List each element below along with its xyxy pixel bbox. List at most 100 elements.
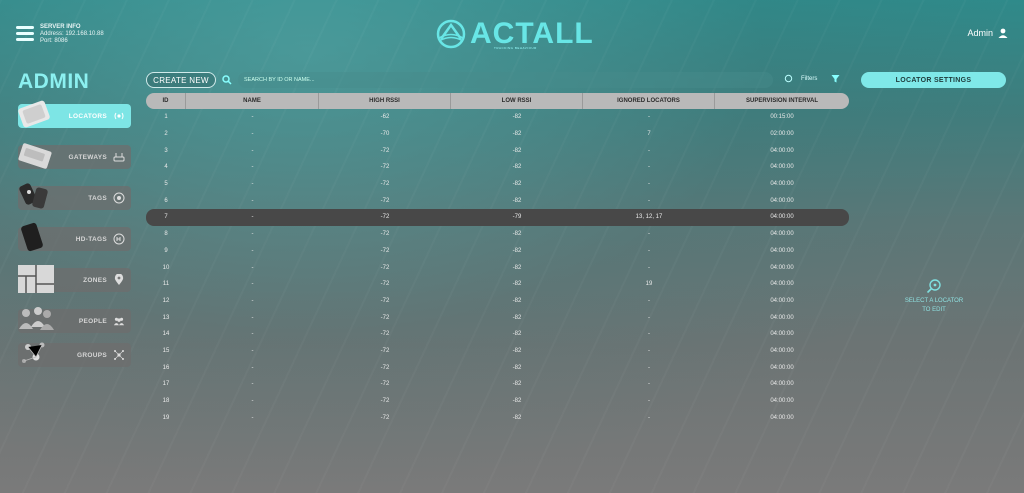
table-row[interactable]: 9 - -72 -82 - 04:00:00 [146,243,849,260]
cell-id: 3 [164,147,168,154]
table-body: 1 - -62 -82 - 00:15:00 2 - -70 -82 7 02:00:00 3 - -72 -… [146,109,849,426]
cell-ignored-locators: 7 [647,131,651,138]
table-row[interactable]: 10 - -72 -82 - 04:00:00 [146,259,849,276]
cell-ignored-locators: - [648,147,650,154]
hd-tag-device-thumbnail [21,222,43,252]
cell-id: 1 [164,114,168,121]
create-new-button[interactable]: CREATE NEW [146,72,216,88]
cell-high-rssi: -72 [380,247,390,254]
hamburger-menu-icon[interactable] [16,26,34,41]
cell-low-rssi: -82 [512,247,522,254]
table-row[interactable]: 2 - -70 -82 7 02:00:00 [146,126,849,143]
search-input[interactable]: SEARCH BY ID OR NAME... [238,72,773,88]
sidebar-item-people[interactable]: PEOPLE [18,307,131,333]
table-row[interactable]: 6 - -72 -82 - 04:00:00 [146,192,849,209]
sidebar-item-hd-tags[interactable]: HD-TAGS [18,222,131,252]
column-header-ignored-locators[interactable]: IGNORED LOCATORS [583,93,715,109]
cell-ignored-locators: - [648,247,650,254]
top-bar: SERVER INFO Address: 192.168.10.88 Port:… [0,0,1024,66]
cell-ignored-locators: - [648,314,650,321]
table-row[interactable]: 14 - -72 -82 - 04:00:00 [146,326,849,343]
cell-supervision-interval: 04:00:00 [770,364,794,371]
server-info: SERVER INFO Address: 192.168.10.88 Port:… [40,24,104,45]
table-row[interactable]: 8 - -72 -82 - 04:00:00 [146,226,849,243]
sidebar-item-tags[interactable]: TAGS [18,183,131,210]
cell-name: - [251,331,254,338]
cell-supervision-interval: 04:00:00 [770,414,794,421]
cell-id: 17 [162,381,170,388]
cell-ignored-locators: 19 [645,281,653,288]
cell-high-rssi: -72 [380,164,390,171]
sidebar-item-label: PEOPLE [78,317,107,325]
cell-low-rssi: -82 [512,314,522,321]
cell-name: - [251,381,254,388]
cell-name: - [251,147,254,154]
refresh-icon[interactable] [784,74,793,83]
cell-low-rssi: -82 [512,297,522,304]
hd-tag-icon [113,233,125,245]
cell-ignored-locators: - [648,164,650,171]
search-icon[interactable] [222,75,232,85]
column-header-name[interactable]: NAME [186,93,319,109]
cell-high-rssi: -72 [380,381,390,388]
cell-ignored-locators: - [648,297,650,304]
user-name: Admin [967,28,993,38]
user-menu[interactable]: Admin [967,28,1008,38]
cell-ignored-locators: - [648,197,650,204]
table-row[interactable]: 11 - -72 -82 19 04:00:00 [146,276,849,293]
cell-id: 13 [162,314,170,321]
column-header-supervision-interval[interactable]: SUPERVISION INTERVAL [715,93,849,109]
column-header-id[interactable]: ID [146,93,186,109]
cell-name: - [251,264,254,271]
table-row[interactable]: 15 - -72 -82 - 04:00:00 [146,343,849,360]
table-row[interactable]: 19 - -72 -82 - 04:00:00 [146,409,849,426]
table-row[interactable]: 17 - -72 -82 - 04:00:00 [146,376,849,393]
cell-ignored-locators: - [648,347,650,354]
cell-id: 4 [164,164,168,171]
sidebar-item-groups[interactable]: GROUPS [18,342,131,367]
table-row[interactable]: 4 - -72 -82 - 04:00:00 [146,159,849,176]
cell-supervision-interval: 04:00:00 [770,314,794,321]
filter-funnel-icon[interactable] [831,74,840,83]
cell-ignored-locators: - [648,414,650,421]
table-row[interactable]: 13 - -72 -82 - 04:00:00 [146,309,849,326]
table-row[interactable]: 3 - -72 -82 - 04:00:00 [146,142,849,159]
detail-empty-state: SELECT A LOCATOR TO EDIT [896,278,972,315]
sidebar-item-label: GATEWAYS [68,153,107,161]
empty-state-line2: TO EDIT [922,307,946,313]
cell-name: - [251,364,254,371]
cell-low-rssi: -82 [512,147,522,154]
sidebar-item-zones[interactable]: ZONES [18,265,131,293]
cell-id: 2 [164,131,168,138]
column-header-low-rssi[interactable]: LOW RSSI [451,93,583,109]
table-row[interactable]: 5 - -72 -82 - 04:00:00 [146,176,849,193]
cell-low-rssi: -82 [512,381,522,388]
cell-supervision-interval: 00:15:00 [770,114,794,121]
table-row[interactable]: 18 - -72 -82 - 04:00:00 [146,393,849,410]
locator-settings-button[interactable]: LOCATOR SETTINGS [861,72,1006,88]
table-row[interactable]: 7 - -72 -79 13, 12, 17 04:00:00 [146,209,849,226]
logo-tagline: TRACKING BEHAVIOUR [494,46,537,50]
column-header-high-rssi[interactable]: HIGH RSSI [319,93,451,109]
sidebar-item-locators[interactable]: LOCATORS [18,100,131,128]
cell-ignored-locators: - [648,331,650,338]
table-row[interactable]: 12 - -72 -82 - 04:00:00 [146,293,849,310]
filters-label[interactable]: Filters [801,76,817,82]
sidebar-item-gateways[interactable]: GATEWAYS [18,143,131,169]
cell-high-rssi: -72 [380,231,390,238]
sidebar-item-label: HD-TAGS [75,235,107,243]
locator-search-icon [926,279,941,294]
sidebar-item-label: ZONES [83,276,107,284]
cell-high-rssi: -72 [380,398,390,405]
table-header: ID NAME HIGH RSSI LOW RSSI IGNORED LOCAT… [146,93,849,109]
cell-high-rssi: -72 [380,214,390,221]
cell-low-rssi: -82 [512,164,522,171]
cell-name: - [251,314,254,321]
cell-high-rssi: -72 [380,197,390,204]
cell-high-rssi: -72 [380,297,390,304]
cell-supervision-interval: 04:00:00 [770,247,794,254]
table-row[interactable]: 16 - -72 -82 - 04:00:00 [146,359,849,376]
cell-low-rssi: -82 [512,347,522,354]
table-row[interactable]: 1 - -62 -82 - 00:15:00 [146,109,849,126]
filters-control[interactable]: Filters [784,74,840,83]
